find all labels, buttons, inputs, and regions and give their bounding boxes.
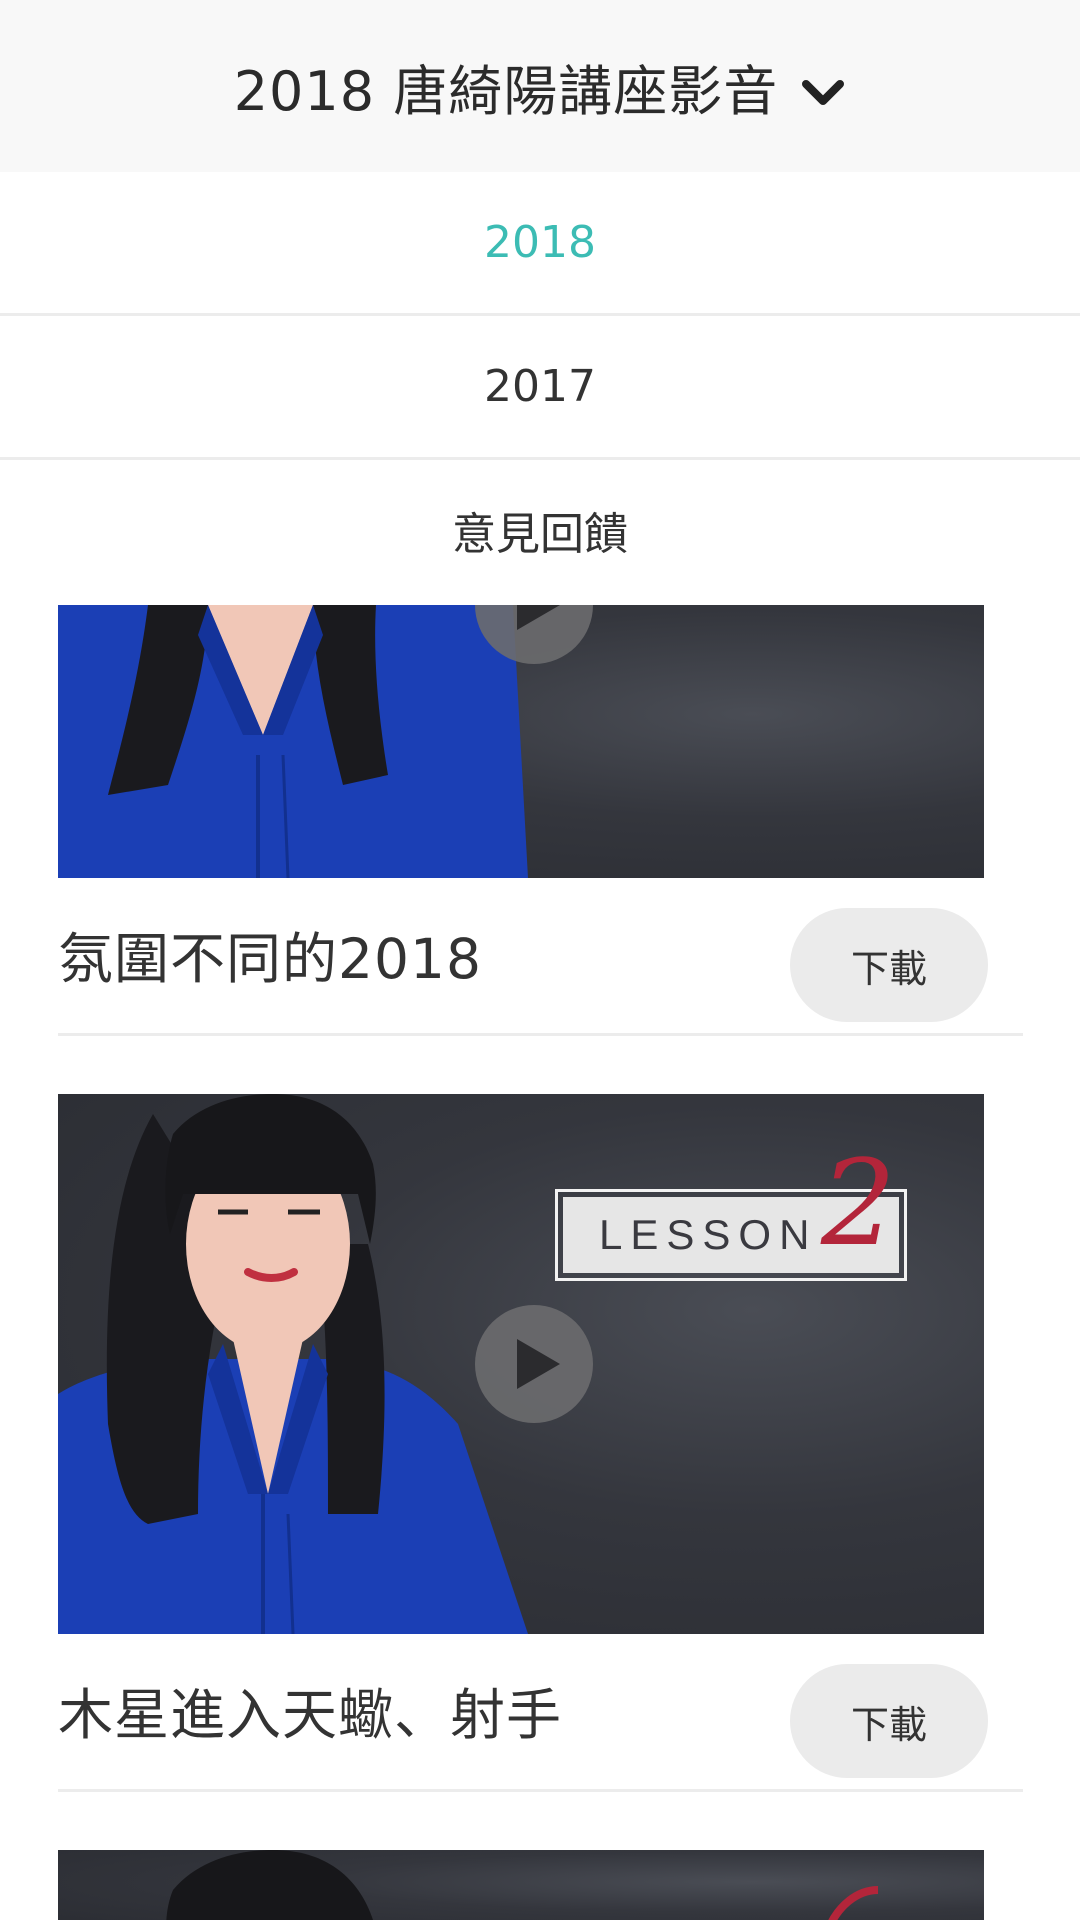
- play-icon[interactable]: [475, 1305, 593, 1423]
- video-title: 木星進入天蠍、射手: [58, 1683, 563, 1747]
- play-icon[interactable]: [475, 605, 593, 664]
- download-button[interactable]: 下載: [790, 1664, 988, 1778]
- header-title-dropdown[interactable]: 2018 唐綺陽講座影音: [234, 47, 847, 126]
- video-title: 氛圍不同的2018: [58, 927, 482, 991]
- presenter-image: [166, 1850, 879, 1920]
- list-item: 木星進入天蠍、射手 下載: [58, 1634, 1023, 1792]
- menu-item-2018[interactable]: 2018: [0, 172, 1080, 316]
- video-thumbnail[interactable]: [58, 605, 984, 878]
- download-button[interactable]: 下載: [790, 908, 988, 1022]
- menu-item-2017[interactable]: 2017: [0, 316, 1080, 460]
- app-header: 2018 唐綺陽講座影音: [0, 0, 1080, 172]
- page-title: 2018 唐綺陽講座影音: [233, 59, 779, 123]
- dropdown-menu: 2018 2017 意見回饋: [0, 172, 1080, 600]
- video-thumbnail[interactable]: LESSON 2: [58, 1094, 984, 1634]
- list-item: 氛圍不同的2018 下載: [58, 878, 1023, 1036]
- lesson-badge: LESSON 2: [555, 1144, 907, 1281]
- chevron-down-icon: [800, 70, 846, 116]
- video-thumbnail[interactable]: [58, 1850, 984, 1920]
- menu-item-feedback[interactable]: 意見回饋: [0, 460, 1080, 600]
- lesson-badge-number: 2: [820, 1134, 896, 1272]
- video-list: 氛圍不同的2018 下載 LESSON 2 木星進入天蠍、射手 下載: [58, 605, 1023, 1920]
